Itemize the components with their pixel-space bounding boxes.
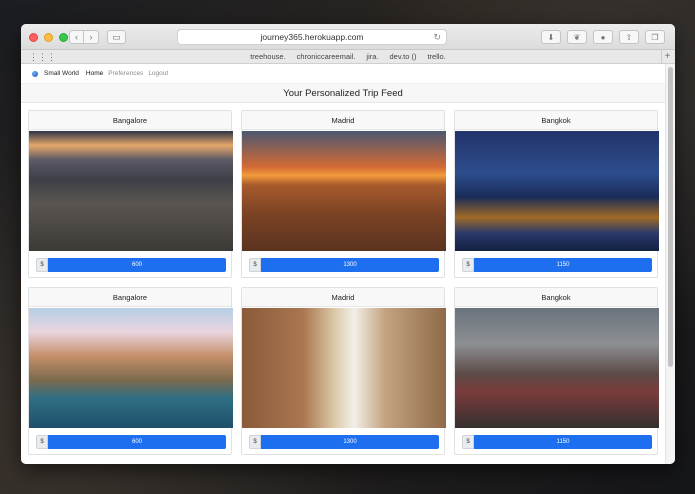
back-button[interactable]: ‹ [69, 30, 84, 44]
price-button[interactable]: 1300 [261, 435, 439, 449]
price-button[interactable]: 1150 [474, 435, 652, 449]
feed-header: Your Personalized Trip Feed [21, 84, 665, 103]
trip-card[interactable]: Madrid $ 1300 [241, 287, 446, 455]
price-button[interactable]: 1150 [474, 258, 652, 272]
tabs-overview-button[interactable]: ❐ [645, 30, 665, 44]
bookmark-item[interactable]: dev.to () [390, 52, 417, 61]
share-button[interactable]: ⇧ [619, 30, 639, 44]
card-title: Madrid [242, 111, 444, 130]
city-photo [242, 131, 446, 251]
sidebar-toggle-button[interactable]: ▭ [107, 30, 126, 44]
city-photo [455, 308, 659, 428]
url-text: journey365.herokuapp.com [260, 32, 364, 42]
sidebar-icon: ▭ [112, 31, 121, 42]
browser-window: ‹ › ▭ journey365.herokuapp.com ↻ ⬇ ❦ ● ⇧… [21, 24, 675, 464]
bookmark-item[interactable]: trello. [427, 52, 445, 61]
chevron-right-icon: › [89, 32, 93, 42]
brand-link[interactable]: Small World [44, 70, 79, 77]
bookmark-item[interactable]: jira. [366, 52, 378, 61]
adblock-icon: ● [600, 32, 606, 42]
web-page: Small World Home Preferences Logout Your… [21, 64, 665, 464]
nav-logout-link[interactable]: Logout [148, 70, 168, 77]
bookmarks-bar: ⋮⋮⋮ treehouse. chroniccareemail. jira. d… [21, 50, 675, 64]
toolbar-extension-buttons: ⬇ ❦ ● ⇧ ❐ [541, 30, 665, 44]
city-photo [455, 131, 659, 251]
currency-addon: $ [462, 435, 474, 449]
card-title: Bangkok [455, 111, 657, 130]
card-title: Bangkok [455, 288, 657, 307]
currency-addon: $ [462, 258, 474, 272]
currency-addon: $ [249, 435, 261, 449]
page-title: Your Personalized Trip Feed [283, 87, 403, 99]
downloads-button[interactable]: ⬇ [541, 30, 561, 44]
trip-card[interactable]: Bangkok $ 1150 [454, 287, 659, 455]
currency-addon: $ [249, 258, 261, 272]
nav-preferences-link[interactable]: Preferences [108, 70, 143, 77]
card-title: Bangalore [29, 111, 231, 130]
city-photo [29, 308, 233, 428]
price-button[interactable]: 600 [48, 258, 226, 272]
trip-card[interactable]: Bangkok $ 1150 [454, 110, 659, 278]
share-icon: ⇧ [625, 32, 633, 42]
price-field: $ 600 [36, 435, 226, 449]
city-photo [29, 131, 233, 251]
forward-button[interactable]: › [84, 30, 99, 44]
plus-icon: + [664, 51, 671, 62]
chevron-left-icon: ‹ [75, 32, 78, 42]
price-field: $ 1150 [462, 435, 652, 449]
price-field: $ 1150 [462, 258, 652, 272]
bookmark-list: treehouse. chroniccareemail. jira. dev.t… [21, 52, 675, 61]
adblock-button[interactable]: ● [593, 30, 613, 44]
reload-icon[interactable]: ↻ [433, 32, 441, 43]
bookmark-item[interactable]: treehouse. [250, 52, 285, 61]
card-title: Bangalore [29, 288, 231, 307]
price-field: $ 600 [36, 258, 226, 272]
price-button[interactable]: 600 [48, 435, 226, 449]
download-icon: ⬇ [547, 32, 555, 42]
globe-icon [32, 70, 38, 77]
evernote-button[interactable]: ❦ [567, 30, 587, 44]
zoom-window-button[interactable] [59, 33, 68, 42]
price-field: $ 1300 [249, 258, 439, 272]
price-button[interactable]: 1300 [261, 258, 439, 272]
history-buttons: ‹ › [69, 30, 99, 44]
city-photo [242, 308, 446, 428]
address-bar[interactable]: journey365.herokuapp.com ↻ [177, 29, 447, 45]
card-title: Madrid [242, 288, 444, 307]
tabs-icon: ❐ [651, 32, 659, 42]
app-navbar: Small World Home Preferences Logout [21, 64, 665, 84]
window-controls [29, 33, 68, 42]
trip-card[interactable]: Bangalore $ 600 [28, 287, 233, 455]
price-field: $ 1300 [249, 435, 439, 449]
trip-card[interactable]: Madrid $ 1300 [241, 110, 446, 278]
minimize-window-button[interactable] [44, 33, 53, 42]
browser-toolbar: ‹ › ▭ journey365.herokuapp.com ↻ ⬇ ❦ ● ⇧… [21, 24, 675, 50]
nav-home-link[interactable]: Home [86, 70, 103, 77]
vertical-scrollbar[interactable] [665, 64, 675, 464]
evernote-icon: ❦ [573, 32, 581, 42]
scrollbar-thumb[interactable] [668, 67, 673, 367]
currency-addon: $ [36, 435, 48, 449]
new-tab-button[interactable]: + [661, 50, 673, 63]
currency-addon: $ [36, 258, 48, 272]
close-window-button[interactable] [29, 33, 38, 42]
bookmark-item[interactable]: chroniccareemail. [297, 52, 356, 61]
trip-card[interactable]: Bangalore $ 600 [28, 110, 233, 278]
